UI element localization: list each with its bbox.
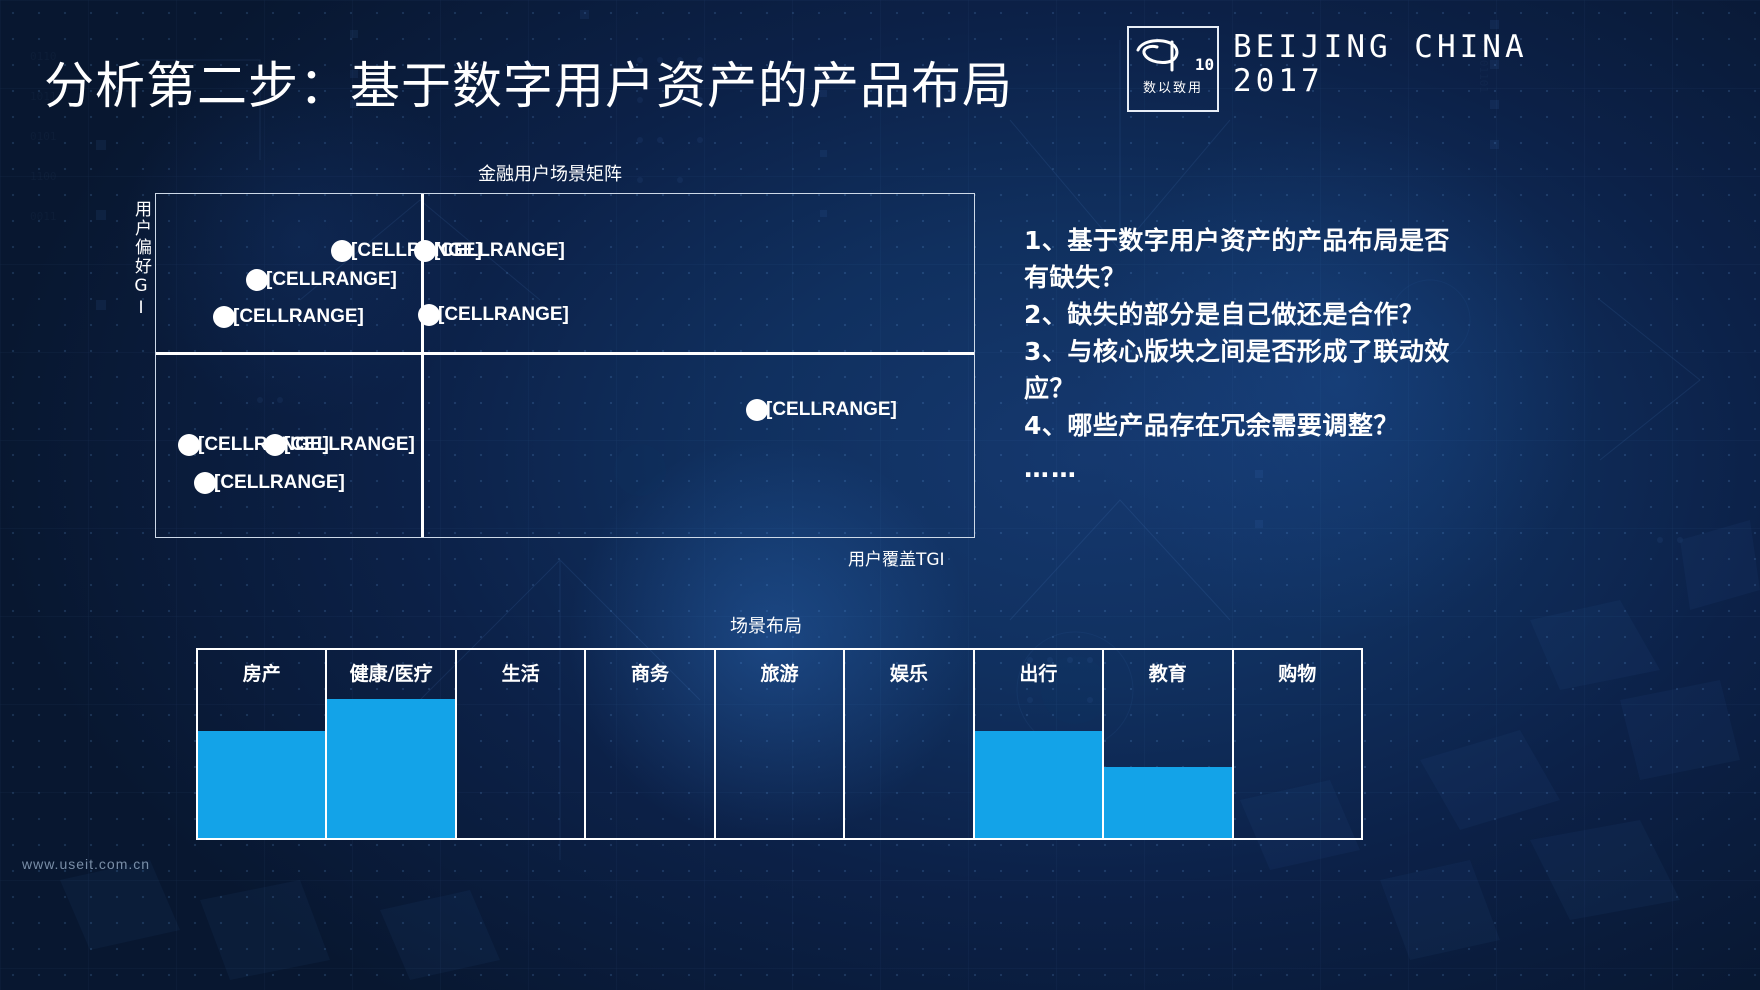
question-item: 3、与核心版块之间是否形成了联动效应？ (1024, 337, 1450, 403)
matrix-data-point: [CELLRANGE] (264, 434, 415, 456)
matrix-horizontal-divider (156, 352, 974, 355)
matrix-point-marker (418, 304, 440, 326)
scene-chart-title: 场景布局 (730, 616, 802, 637)
matrix-data-point: [CELLRANGE] (414, 240, 565, 262)
scene-cell-label: 教育 (1148, 663, 1187, 685)
scene-cell-label: 购物 (1278, 663, 1317, 685)
logo-city-line: BEIJING CHINA (1233, 29, 1528, 65)
logo-wordmark: BEIJING CHINA 2017 (1233, 26, 1528, 98)
scene-cell-bar (974, 730, 1103, 838)
matrix-point-marker (331, 240, 353, 262)
question-item: 1、基于数字用户资产的产品布局是否有缺失？ (1024, 226, 1450, 292)
scene-cell-label: 出行 (1019, 663, 1058, 685)
matrix-point-marker (264, 434, 286, 456)
swirl-a-icon (1136, 39, 1179, 72)
matrix-point-marker (178, 434, 200, 456)
scene-cell-label: 健康/医疗 (349, 663, 433, 685)
logo-edition-number: 10 (1194, 55, 1215, 74)
matrix-point-marker (194, 472, 216, 494)
matrix-point-label: [CELLRANGE] (438, 304, 569, 325)
logo-chinese-slogan: 数以致用 (1142, 81, 1203, 96)
svg-text:0011: 0011 (30, 210, 57, 223)
logo-mark: 10 (1132, 34, 1214, 74)
scene-cell[interactable]: 出行 (974, 650, 1105, 838)
matrix-point-marker (746, 399, 768, 421)
page-title: 分析第二步：基于数字用户资产的产品布局 (44, 57, 1013, 115)
question-item: 2、缺失的部分是自己做还是合作？ (1024, 300, 1425, 329)
matrix-point-label: [CELLRANGE] (766, 399, 897, 420)
scene-cell[interactable]: 健康/医疗 (327, 650, 457, 838)
svg-text:1100: 1100 (30, 170, 57, 183)
logo-box: 10 数以致用 (1127, 26, 1219, 112)
question-item: 4、哪些产品存在冗余需要调整？ (1024, 411, 1399, 440)
matrix-y-axis-label: 用户偏好GI (131, 200, 151, 320)
scene-cell-label: 娱乐 (889, 663, 928, 685)
matrix-x-axis-label: 用户覆盖TGI (848, 550, 945, 570)
matrix-data-point: [CELLRANGE] (213, 306, 364, 328)
matrix-point-marker (414, 240, 436, 262)
matrix-chart-plot-area: [CELLRANGE] [CELLRANGE] [CELLRANGE] [CELLRA… (155, 193, 975, 538)
site-watermark: www.useit.com.cn (22, 856, 151, 872)
matrix-data-point: [CELLRANGE] (246, 269, 397, 291)
matrix-chart-title: 金融用户场景矩阵 (478, 164, 622, 185)
scene-cell-bar (198, 730, 326, 838)
matrix-point-label: [CELLRANGE] (284, 434, 415, 455)
scene-cell-bar (1104, 766, 1232, 838)
matrix-point-marker (213, 306, 235, 328)
scene-cell-label: 房产 (242, 663, 281, 685)
event-logo: 10 数以致用 BEIJING CHINA 2017 (1127, 26, 1528, 112)
scene-cell[interactable]: 娱乐 (845, 650, 975, 838)
scene-cell-label: 生活 (501, 663, 540, 685)
matrix-point-label: [CELLRANGE] (214, 472, 345, 493)
matrix-data-point: [CELLRANGE] (746, 399, 897, 421)
questions-list: 1、基于数字用户资产的产品布局是否有缺失？ 2、缺失的部分是自己做还是合作？ 3、与… (1024, 222, 1454, 487)
matrix-data-point: [CELLRANGE] (418, 304, 569, 326)
scene-cell[interactable]: 商务 (586, 650, 716, 838)
scene-cell-label: 商务 (631, 663, 670, 685)
logo-year-line: 2017 (1233, 63, 1324, 100)
scene-cell-label: 旅游 (760, 663, 799, 685)
scene-cell[interactable]: 生活 (457, 650, 587, 838)
matrix-data-point: [CELLRANGE] (194, 472, 345, 494)
matrix-point-marker (246, 269, 268, 291)
scene-cell[interactable]: 教育 (1104, 650, 1234, 838)
matrix-point-label: [CELLRANGE] (233, 306, 364, 327)
scene-cell-bar (327, 698, 455, 838)
svg-text:0101: 0101 (30, 130, 57, 143)
questions-ellipsis: …… (1024, 454, 1078, 483)
scene-layout-table: 房产 健康/医疗 生活 商务 旅游 娱乐 出行 教育 购物 (196, 648, 1363, 840)
matrix-point-label: [CELLRANGE] (434, 240, 565, 261)
scene-cell[interactable]: 旅游 (716, 650, 846, 838)
scene-cell[interactable]: 房产 (198, 650, 328, 838)
scene-cell[interactable]: 购物 (1234, 650, 1361, 838)
matrix-point-label: [CELLRANGE] (266, 269, 397, 290)
